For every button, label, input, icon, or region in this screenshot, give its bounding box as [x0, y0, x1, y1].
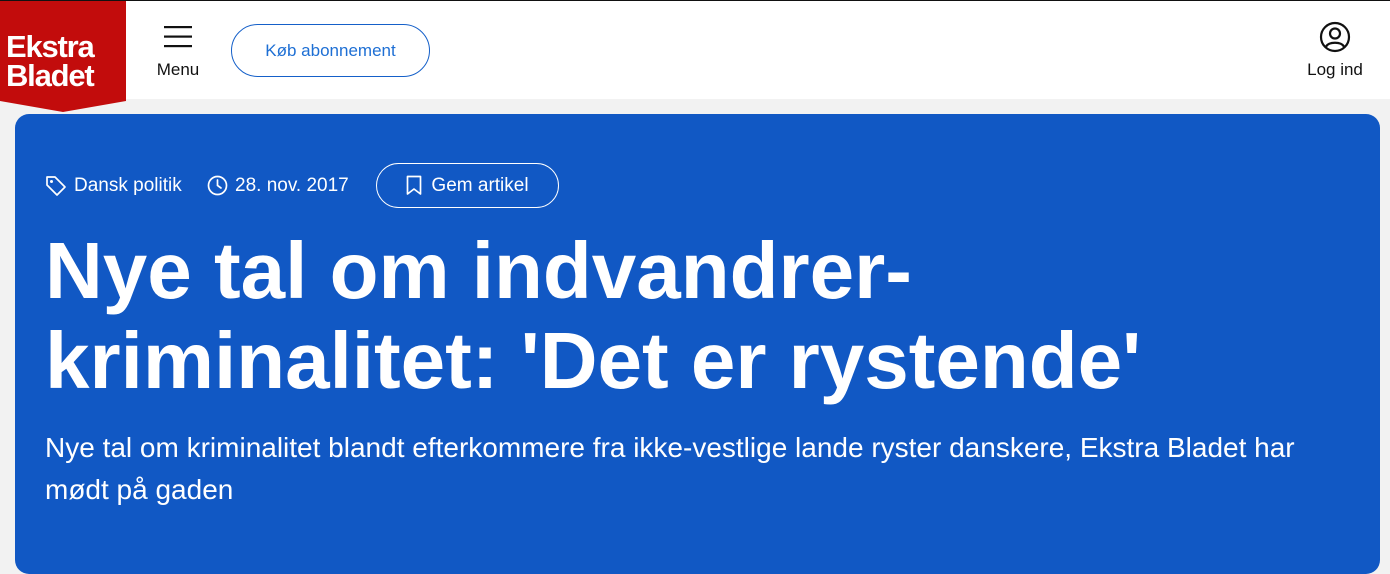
- top-navigation-bar: Ekstra Bladet Menu Køb abonnement Log in…: [0, 0, 1390, 112]
- tag-icon: [46, 175, 66, 196]
- menu-button[interactable]: Menu: [146, 23, 210, 83]
- login-label: Log ind: [1307, 60, 1363, 79]
- save-article-button[interactable]: Gem artikel: [376, 163, 559, 208]
- article-hero: Dansk politik 28. nov. 2017 Gem artikel …: [15, 114, 1380, 574]
- logo-wordmark: Ekstra Bladet: [6, 29, 124, 93]
- user-circle-icon: [1319, 21, 1351, 53]
- headline-line-2: kriminalitet: 'Det er rystende': [45, 316, 1142, 405]
- login-button[interactable]: Log ind: [1298, 21, 1372, 83]
- subscribe-button[interactable]: Køb abonnement: [231, 24, 430, 77]
- headline-line-1: Nye tal om indvandrer-: [45, 226, 912, 315]
- publish-date: 28. nov. 2017: [207, 163, 349, 208]
- bookmark-icon: [407, 175, 422, 195]
- category-label: Dansk politik: [74, 174, 182, 196]
- ekstra-bladet-logo[interactable]: Ekstra Bladet: [0, 1, 126, 112]
- menu-label: Menu: [156, 60, 200, 79]
- category-link[interactable]: Dansk politik: [45, 163, 182, 208]
- hamburger-icon: [164, 26, 192, 48]
- save-article-label: Gem artikel: [431, 174, 529, 196]
- article-subheadline: Nye tal om kriminalitet blandt efterkomm…: [45, 432, 1295, 505]
- logo-line-1: Ekstra: [6, 29, 95, 64]
- date-label: 28. nov. 2017: [235, 174, 349, 196]
- logo-line-2: Bladet: [6, 58, 95, 93]
- clock-icon: [207, 175, 228, 196]
- article-headline: Nye tal om indvandrer- kriminalitet: 'De…: [45, 226, 1345, 406]
